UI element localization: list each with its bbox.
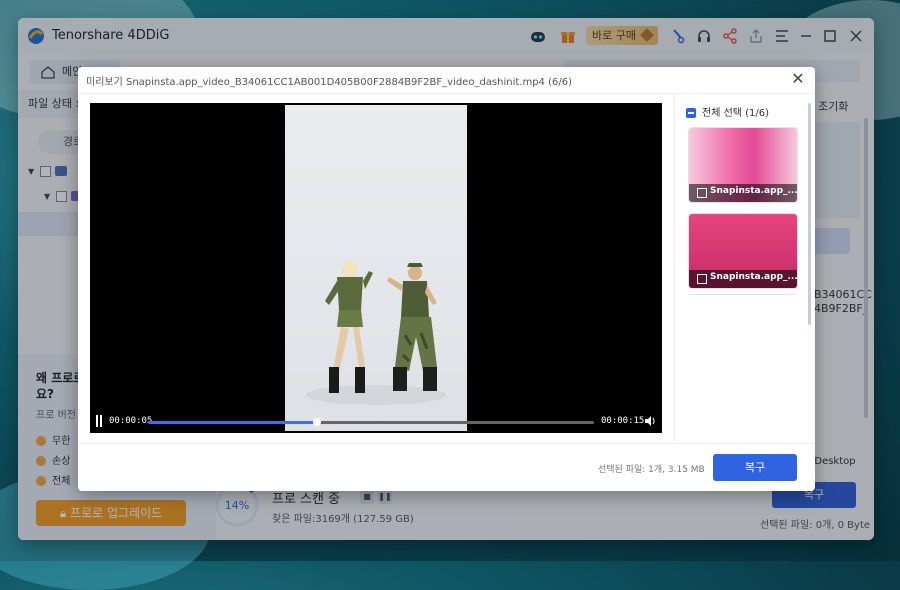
divider xyxy=(688,294,796,295)
thumbnail-item[interactable]: Snapinsta.app_... xyxy=(688,127,798,203)
pause-icon[interactable] xyxy=(95,415,103,427)
video-player[interactable]: 00:00:05 00:00:15 xyxy=(90,103,662,433)
preview-title: 미리보기 Snapinsta.app_video_B34061CC1AB001D… xyxy=(86,77,572,88)
select-all-checkbox[interactable]: 전체 선택 (1/6) xyxy=(686,104,769,119)
thumbnail-caption: Snapinsta.app_... xyxy=(689,184,797,202)
preview-dialog: 미리보기 Snapinsta.app_video_B34061CC1AB001D… xyxy=(78,67,815,491)
player-controls: 00:00:05 00:00:15 xyxy=(90,411,662,433)
preview-header: 미리보기 Snapinsta.app_video_B34061CC1AB001D… xyxy=(78,67,815,94)
seek-bar[interactable] xyxy=(148,418,594,426)
checkbox[interactable] xyxy=(697,188,707,198)
select-all-label: 전체 선택 (1/6) xyxy=(702,108,770,119)
thumbnail-scrollbar[interactable] xyxy=(808,103,811,325)
seek-bar-fill xyxy=(148,421,318,424)
thumbnail-name: Snapinsta.app_... xyxy=(710,186,798,196)
divider xyxy=(674,93,675,443)
video-frame xyxy=(285,105,467,431)
checkbox[interactable] xyxy=(697,274,707,284)
selected-files-info: 선택된 파일: 1개, 3.15 MB xyxy=(598,465,705,475)
close-icon[interactable]: ✕ xyxy=(789,70,807,88)
thumbnail-name: Snapinsta.app_... xyxy=(710,272,798,282)
current-time: 00:00:05 xyxy=(109,416,153,426)
thumbnail-item[interactable]: Snapinsta.app_... xyxy=(688,213,798,289)
volume-icon[interactable] xyxy=(644,415,656,427)
checkbox-icon xyxy=(686,108,696,118)
recover-button[interactable]: 복구 xyxy=(713,454,797,481)
total-time: 00:00:15 xyxy=(601,416,645,426)
divider xyxy=(78,443,815,444)
seek-handle[interactable] xyxy=(313,418,322,426)
video-image xyxy=(306,260,446,405)
thumbnail-caption: Snapinsta.app_... xyxy=(689,270,797,288)
